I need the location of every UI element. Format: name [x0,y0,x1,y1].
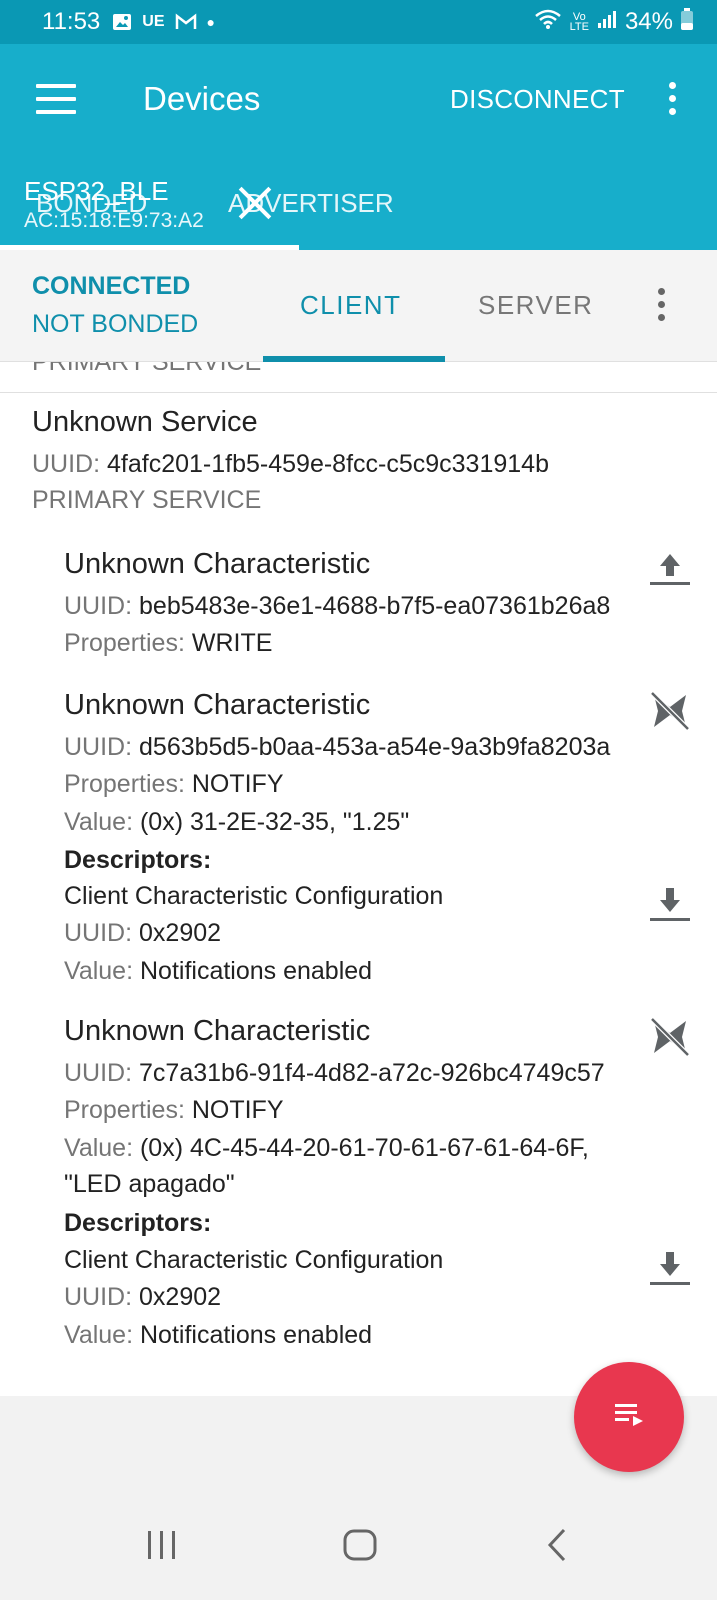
descriptors-label: Descriptors: [64,1209,212,1237]
characteristic-name[interactable]: Unknown Characteristic [64,1015,370,1048]
characteristic-uuid-row: UUID: beb5483e-36e1-4688-b7f5-ea07361b26… [64,592,611,620]
recent-apps-icon[interactable] [144,1528,180,1567]
wifi-icon [534,8,562,37]
divider [0,392,717,393]
device-address: AC:15:18:E9:73:A2 [24,209,204,232]
tab-device[interactable]: ESP32_BLE AC:15:18:E9:73:A2 [0,160,299,250]
descriptor-name[interactable]: Client Characteristic Configuration [64,882,443,911]
battery-level: 34% [624,8,673,35]
tab-client[interactable]: CLIENT [300,290,401,321]
services-list[interactable]: PRIMARY SERVICE Unknown Service UUID: 4f… [0,362,717,1396]
characteristic-uuid-row: UUID: 7c7a31b6-91f4-4d82-a72c-926bc4749c… [64,1059,605,1087]
gallery-icon [112,13,132,31]
more-options-icon[interactable] [668,82,676,115]
close-icon[interactable] [238,186,272,220]
signal-icon [597,8,617,36]
characteristic-uuid-row: UUID: d563b5d5-b0aa-453a-a54e-9a3b9fa820… [64,733,611,761]
download-icon[interactable] [648,882,692,926]
download-icon[interactable] [648,1246,692,1290]
descriptors-label: Descriptors: [64,846,212,874]
connection-bar: CONNECTED NOT BONDED CLIENT SERVER [0,250,717,362]
descriptor-uuid-row: UUID: 0x2902 [64,919,222,947]
status-bar: 11:53 UE ● Vo LTE 34% [0,0,717,44]
device-tabs: BONDED ADVERTISER ESP32_BLE AC:15:18:E9:… [0,160,717,250]
descriptor-uuid-row: UUID: 0x2902 [64,1283,222,1311]
mail-icon [175,13,197,31]
previous-service-type: PRIMARY SERVICE [32,362,262,376]
descriptor-value-row: Value: Notifications enabled [64,1321,373,1349]
dot-icon: ● [206,14,215,30]
characteristic-value-row: Value: (0x) 4C-45-44-20-61-70-61-67-61-6… [64,1134,589,1162]
tab-server[interactable]: SERVER [478,290,593,321]
service-uuid-row: UUID: 4fafc201-1fb5-459e-8fcc-c5c9c33191… [32,450,549,478]
app-title: Devices [143,80,261,117]
characteristic-value-continued: "LED apagado" [64,1170,235,1198]
notifications-off-icon[interactable] [648,689,692,733]
descriptor-value-row: Value: Notifications enabled [64,957,373,985]
back-icon[interactable] [540,1528,576,1567]
bond-status: NOT BONDED [32,310,199,338]
service-type: PRIMARY SERVICE [32,486,262,514]
app-bar: Devices DISCONNECT [0,44,717,160]
device-name: ESP32_BLE [24,176,169,206]
characteristic-name[interactable]: Unknown Characteristic [64,689,370,722]
upload-icon[interactable] [648,548,692,592]
battery-icon [681,7,693,37]
characteristic-value-row: Value: (0x) 31-2E-32-35, "1.25" [64,808,410,836]
carrier-label: UE [142,13,165,30]
disconnect-button[interactable]: DISCONNECT [450,84,625,115]
service-name[interactable]: Unknown Service [32,406,258,439]
home-icon[interactable] [342,1528,378,1567]
volte-icon: Vo LTE [569,11,589,33]
characteristic-properties-row: Properties: WRITE [64,629,273,657]
log-fab[interactable] [574,1362,684,1472]
status-time: 11:53 [42,8,101,35]
service-uuid: 4fafc201-1fb5-459e-8fcc-c5c9c331914b [107,450,549,478]
descriptor-name[interactable]: Client Characteristic Configuration [64,1246,443,1275]
log-icon [611,1400,647,1435]
characteristic-name[interactable]: Unknown Characteristic [64,548,370,581]
characteristic-properties-row: Properties: NOTIFY [64,1096,284,1124]
connection-status: CONNECTED [32,272,191,300]
notifications-off-icon[interactable] [648,1015,692,1059]
connection-more-icon[interactable] [657,288,665,321]
characteristic-properties-row: Properties: NOTIFY [64,770,284,798]
menu-icon[interactable] [36,84,76,114]
